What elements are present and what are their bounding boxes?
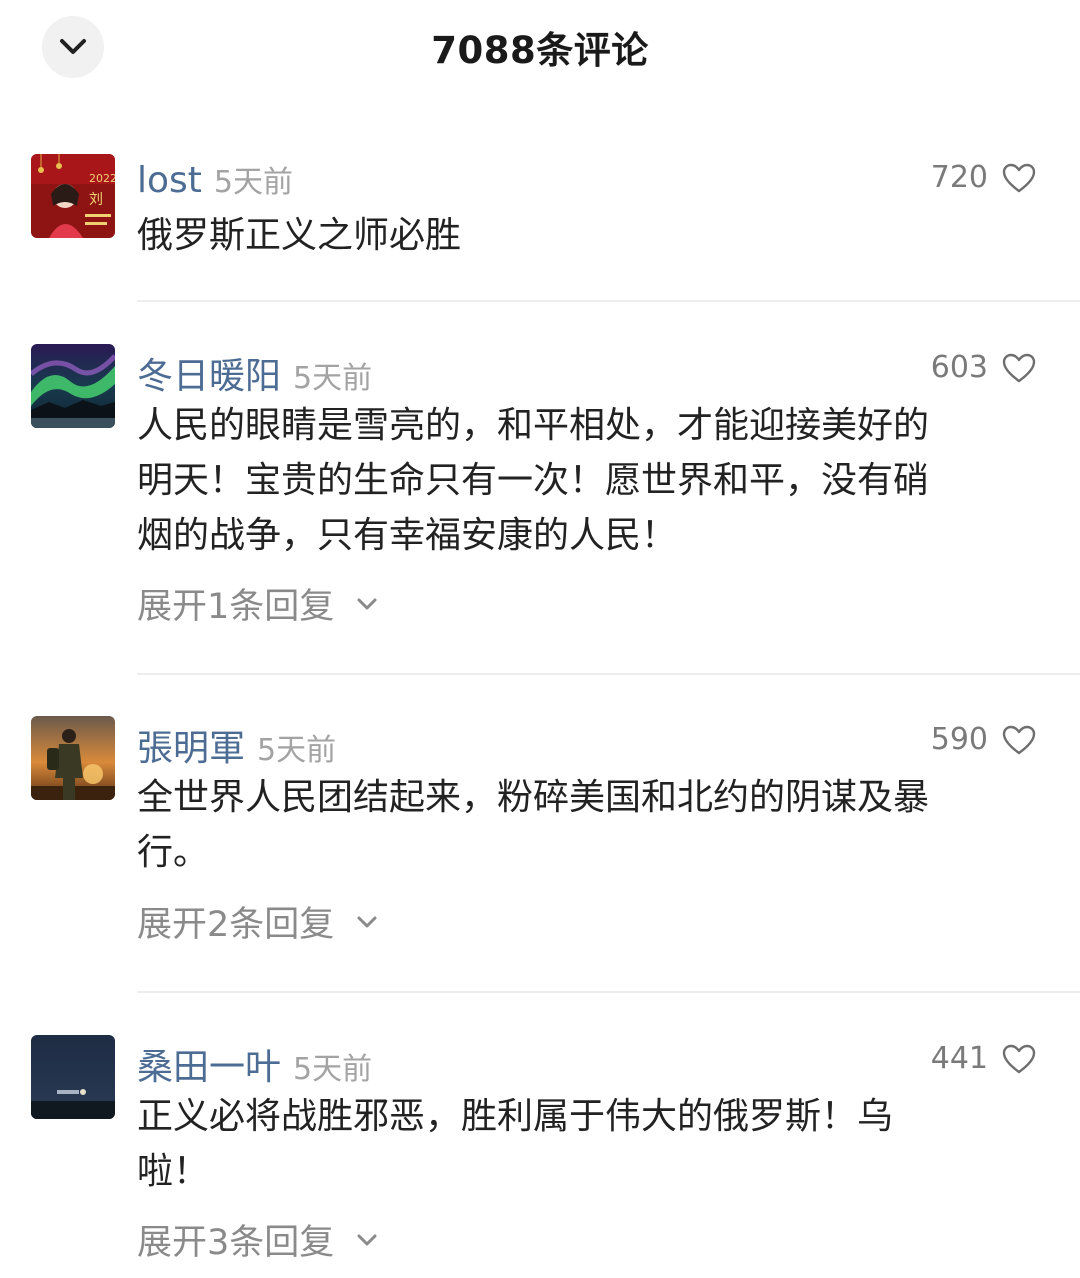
like-count: 720 [930,160,988,195]
like-button[interactable]: 441 [931,1041,1036,1076]
svg-text:2022: 2022 [89,172,115,185]
avatar-image [31,1035,115,1119]
like-button[interactable]: 720 [931,160,1036,195]
like-count: 603 [930,350,988,385]
like-count: 590 [930,722,988,757]
comment-username[interactable]: 桑田一叶 [137,1038,281,1090]
chevron-down-icon [356,1233,378,1247]
divider [137,991,1080,993]
comment-username[interactable]: lost [137,160,202,201]
avatar-image [31,344,115,428]
comment-timestamp: 5天前 [213,165,293,200]
chevron-down-icon [356,597,378,611]
like-count: 441 [930,1041,988,1076]
avatar-image: 2022 刘 [31,154,115,238]
heart-outline-icon [1002,163,1036,192]
expand-replies-button[interactable]: 展开2条回复 [137,896,378,947]
comment-text: 全世界人民团结起来，粉碎美国和北约的阴谋及暴 行。 [137,777,930,873]
page-title: 7088条评论 [431,29,649,72]
expand-replies-label: 展开3条回复 [137,1223,335,1263]
avatar[interactable] [31,344,115,428]
avatar[interactable] [31,1035,115,1119]
comment-timestamp: 5天前 [293,1052,373,1087]
comment-username[interactable]: 冬日暖阳 [137,347,281,399]
avatar-image [31,716,115,800]
avatar[interactable]: 2022 刘 [31,154,115,238]
expand-replies-button[interactable]: 展开1条回复 [137,578,378,629]
heart-outline-icon [1002,353,1036,382]
chevron-down-icon [356,915,378,929]
expand-replies-label: 展开2条回复 [137,905,335,945]
divider [137,300,1080,302]
heart-outline-icon [1002,1044,1036,1073]
comment-text: 人民的眼睛是雪亮的，和平相处，才能迎接美好的 明天！宝贵的生命只有一次！愿世界和… [137,405,930,556]
comment-text: 俄罗斯正义之师必胜 [137,215,462,256]
comments-header: 7088条评论 [0,0,1080,92]
like-button[interactable]: 590 [931,722,1036,757]
expand-replies-label: 展开1条回复 [137,587,335,627]
expand-replies-button[interactable]: 展开3条回复 [137,1214,378,1265]
heart-outline-icon [1002,725,1036,754]
comment-username[interactable]: 張明軍 [137,719,245,771]
comment-text: 正义必将战胜邪恶，胜利属于伟大的俄罗斯！乌 啦！ [137,1096,894,1192]
comment-timestamp: 5天前 [293,361,373,396]
divider [137,673,1080,675]
like-button[interactable]: 603 [931,350,1036,385]
svg-text:刘: 刘 [89,192,103,208]
avatar[interactable] [31,716,115,800]
comment-timestamp: 5天前 [257,733,337,768]
